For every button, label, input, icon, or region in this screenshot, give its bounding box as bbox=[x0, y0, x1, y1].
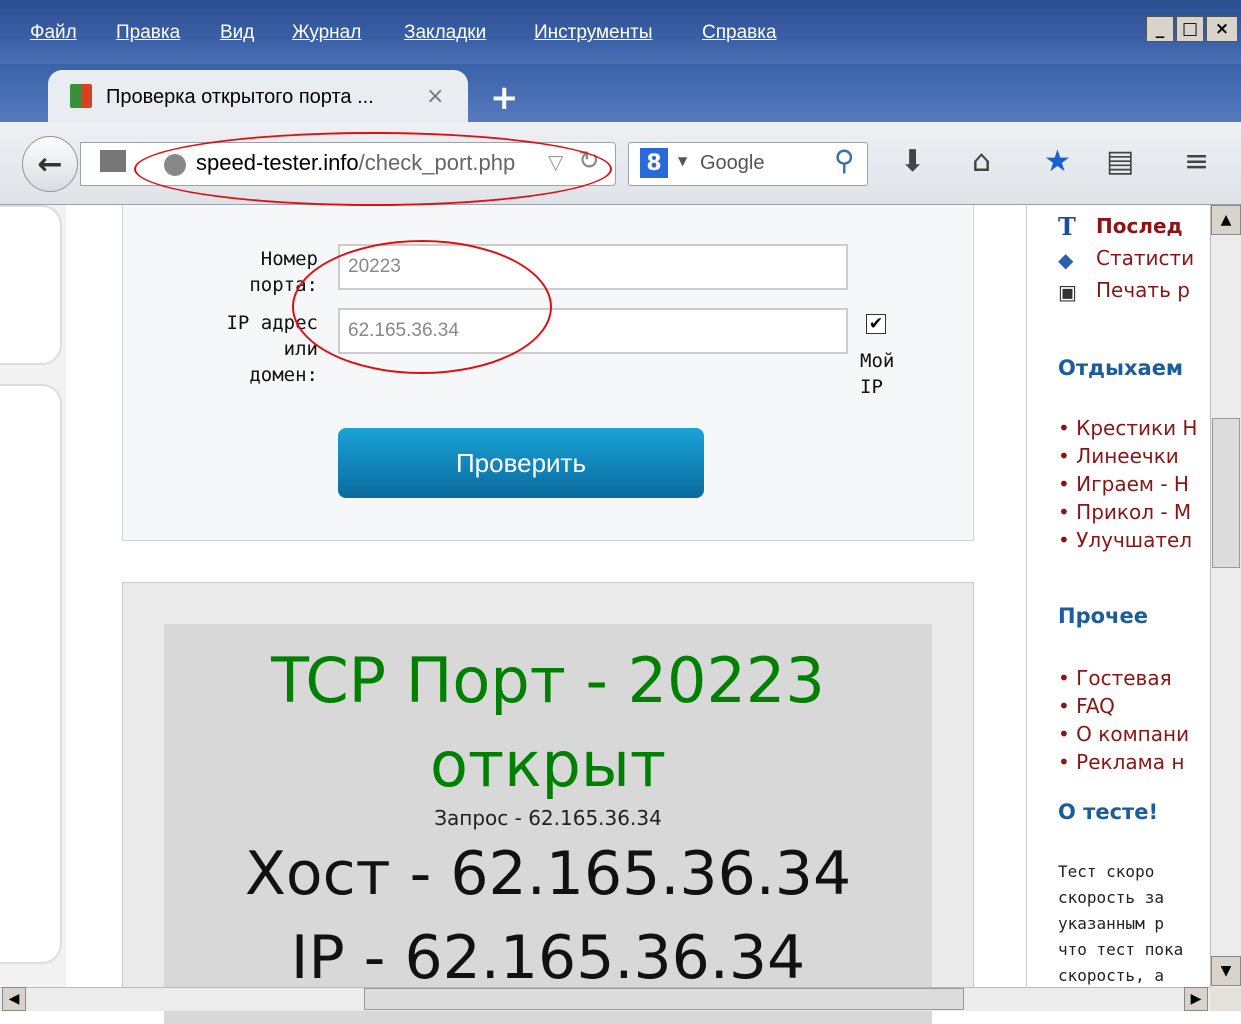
print-icon: ▣ bbox=[1058, 280, 1077, 304]
annotation-ellipse-fields bbox=[292, 240, 552, 374]
check-button[interactable]: Проверить bbox=[338, 428, 704, 498]
scroll-up-button[interactable]: ▲ bbox=[1211, 205, 1241, 235]
resize-grip[interactable] bbox=[1210, 987, 1241, 1011]
result-ip: IP - 62.165.36.34 bbox=[290, 923, 806, 987]
sidebar-link-last[interactable]: Послед bbox=[1096, 214, 1183, 238]
vertical-scrollbar[interactable] bbox=[1210, 205, 1241, 987]
menu-view[interactable]: Вид bbox=[220, 22, 254, 44]
search-magnifier-icon[interactable]: ⚲ bbox=[834, 144, 855, 177]
bookmark-star-icon[interactable]: ★ bbox=[1044, 144, 1071, 179]
result-title-line1: TCP Порт - 20223 bbox=[271, 644, 825, 717]
sidebar-link[interactable]: • Улучшател bbox=[1058, 528, 1192, 552]
home-icon[interactable]: ⌂ bbox=[972, 144, 991, 179]
scroll-left-button[interactable]: ◀ bbox=[2, 987, 26, 1011]
menu-help[interactable]: Справка bbox=[702, 22, 777, 44]
tab-close-icon[interactable]: × bbox=[426, 84, 444, 109]
sidebar-link[interactable]: • Крестики Н bbox=[1058, 416, 1197, 440]
myip-label: Мой IP bbox=[860, 350, 895, 398]
about-text-line: скорость за bbox=[1058, 888, 1164, 907]
result-title-line2: открыт bbox=[430, 728, 666, 801]
maximize-button[interactable]: □ bbox=[1176, 16, 1204, 42]
sidebar-heading-other: Прочее bbox=[1058, 604, 1148, 628]
about-text-line: указанным р bbox=[1058, 914, 1164, 933]
sidebar-link[interactable]: • Реклама н bbox=[1058, 750, 1184, 774]
reader-view-icon[interactable] bbox=[100, 150, 126, 172]
bookmarks-menu-icon[interactable]: ▤ bbox=[1106, 144, 1134, 179]
back-arrow-icon: ← bbox=[37, 146, 63, 182]
menu-history[interactable]: Журнал bbox=[292, 22, 361, 44]
back-button[interactable]: ← bbox=[22, 136, 78, 192]
sidebar-heading-about: О тесте! bbox=[1058, 800, 1159, 824]
sidebar-link[interactable]: • Гостевая bbox=[1058, 666, 1172, 690]
search-input[interactable]: Google bbox=[700, 152, 765, 175]
minimize-button[interactable]: _ bbox=[1146, 16, 1174, 42]
left-nav-panel bbox=[0, 205, 62, 365]
horizontal-scroll-thumb[interactable] bbox=[364, 988, 964, 1010]
search-engine-icon[interactable]: 8 bbox=[640, 148, 668, 178]
downloads-icon[interactable]: ⬇ bbox=[900, 144, 925, 179]
about-text-line: Тест скоро bbox=[1058, 862, 1155, 881]
sidebar-link[interactable]: • О компани bbox=[1058, 722, 1189, 746]
myip-checkbox[interactable]: ✔ bbox=[866, 314, 886, 334]
sidebar-link[interactable]: • FAQ bbox=[1058, 694, 1115, 718]
menu-edit[interactable]: Правка bbox=[116, 22, 180, 44]
menu-file[interactable]: Файл bbox=[30, 22, 77, 44]
hamburger-menu-icon[interactable]: ≡ bbox=[1184, 144, 1209, 179]
result-query: Запрос - 62.165.36.34 bbox=[434, 806, 662, 830]
about-text-line: что тест пока bbox=[1058, 940, 1184, 959]
sidebar-link[interactable]: • Линеечки bbox=[1058, 444, 1179, 468]
sidebar-heading-relax: Отдыхаем bbox=[1058, 356, 1184, 380]
annotation-ellipse-url bbox=[134, 132, 612, 206]
close-window-button[interactable]: × bbox=[1206, 16, 1238, 42]
stats-icon: ◆ bbox=[1058, 248, 1074, 272]
left-nav-panel bbox=[0, 384, 62, 964]
tab-title: Проверка открытого порта ... bbox=[106, 86, 374, 108]
text-tool-icon: T bbox=[1058, 212, 1076, 241]
sidebar-link-stats[interactable]: Статисти bbox=[1096, 246, 1194, 270]
sidebar-link-print[interactable]: Печать р bbox=[1096, 278, 1190, 302]
sidebar-link[interactable]: • Прикол - М bbox=[1058, 500, 1191, 524]
vertical-scroll-thumb[interactable] bbox=[1212, 418, 1240, 568]
engine-dropdown-icon[interactable]: ▼ bbox=[678, 154, 687, 168]
menu-bookmarks[interactable]: Закладки bbox=[404, 22, 486, 44]
about-text-line: скорость, а bbox=[1058, 966, 1164, 985]
sidebar-link[interactable]: • Играем - Н bbox=[1058, 472, 1189, 496]
menu-tools[interactable]: Инструменты bbox=[534, 22, 652, 44]
scroll-right-button[interactable]: ▶ bbox=[1184, 987, 1208, 1011]
site-favicon-icon bbox=[70, 84, 92, 108]
result-host: Хост - 62.165.36.34 bbox=[244, 839, 852, 909]
scroll-down-button[interactable]: ▼ bbox=[1211, 956, 1241, 986]
sidebar-viewport: T Послед ◆ Статисти ▣ Печать р Отдыхаем … bbox=[1026, 205, 1210, 987]
new-tab-button[interactable]: + bbox=[490, 78, 519, 118]
